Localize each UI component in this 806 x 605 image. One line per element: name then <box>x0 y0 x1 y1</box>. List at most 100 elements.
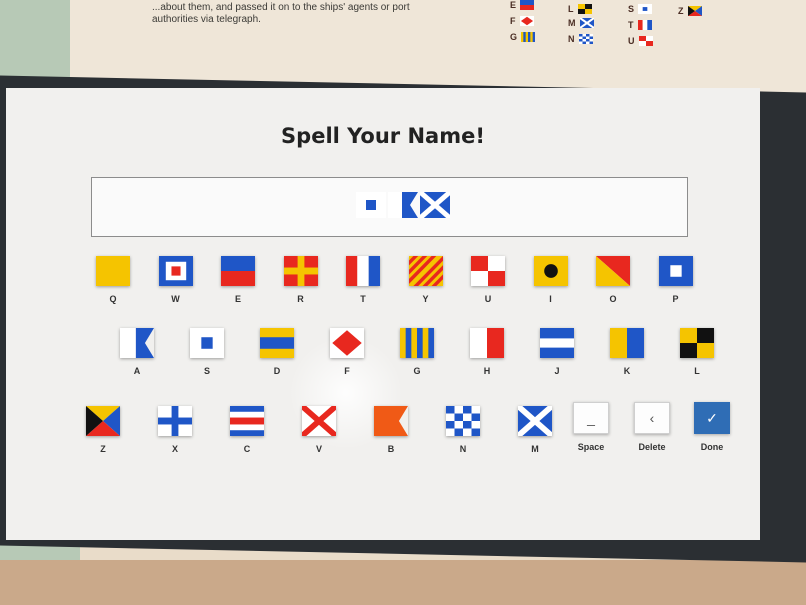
flag-v-icon <box>300 403 338 439</box>
flag-key-g[interactable]: G <box>392 328 442 376</box>
flag-key-x[interactable]: X <box>150 406 200 454</box>
legend-flag-m-icon <box>578 17 595 29</box>
legend-item-n: N <box>568 34 593 44</box>
flag-key-label: O <box>609 294 617 304</box>
flag-w-icon <box>158 256 193 286</box>
legend-flag-s-icon <box>638 4 653 14</box>
flag-b-icon <box>374 406 408 436</box>
flag-key-s[interactable]: S <box>182 328 232 376</box>
flag-key-h[interactable]: H <box>462 328 512 376</box>
legend-item-z: Z <box>678 6 702 16</box>
flag-key-label: X <box>171 444 178 454</box>
flag-key-f[interactable]: F <box>322 328 372 376</box>
legend-flag-z-icon <box>687 6 702 16</box>
legend-item-s: S <box>628 4 653 14</box>
flag-key-label: S <box>203 366 210 376</box>
flag-r-icon <box>283 256 318 286</box>
legend-flag-e-icon <box>520 0 535 10</box>
flag-o-icon <box>596 256 630 286</box>
flag-n-icon <box>446 406 480 436</box>
legend-item-u: U <box>628 36 653 46</box>
flag-y-icon <box>405 252 446 290</box>
flag-c-icon <box>230 406 264 436</box>
delete-label: Delete <box>638 442 666 452</box>
legend-flag-n-icon <box>578 34 593 44</box>
flag-k-icon <box>610 328 644 358</box>
flag-key-label: D <box>273 366 281 376</box>
flag-key-label: C <box>243 444 251 454</box>
flag-key-e[interactable]: E <box>213 256 263 304</box>
flag-key-label: E <box>234 294 241 304</box>
flag-key-b[interactable]: B <box>366 406 416 454</box>
flag-key-d[interactable]: D <box>252 328 302 376</box>
entered-flag-a <box>388 192 418 218</box>
legend-item-m: M <box>568 17 595 29</box>
flag-key-q[interactable]: Q <box>88 256 138 304</box>
done-label: Done <box>700 442 724 452</box>
flag-key-label: N <box>459 444 467 454</box>
flag-key-u[interactable]: U <box>463 256 513 304</box>
flag-key-label: K <box>623 366 631 376</box>
flag-t-icon <box>346 256 380 286</box>
flag-key-label: T <box>360 294 366 304</box>
flag-j-icon <box>540 328 574 358</box>
placard-line-1: ...about them, and passed it on to the s… <box>152 2 410 13</box>
space-button[interactable]: _ Space <box>566 402 616 452</box>
flag-key-label: A <box>133 366 141 376</box>
space-label: Space <box>577 442 605 452</box>
flag-key-label: I <box>549 294 552 304</box>
legend-flag-u-icon <box>638 36 653 46</box>
legend-item-t: T <box>628 20 652 30</box>
flag-key-label: B <box>387 444 395 454</box>
flag-e-icon <box>221 256 255 286</box>
flag-key-l[interactable]: L <box>672 328 722 376</box>
floor <box>0 560 806 605</box>
flag-h-icon <box>470 328 504 358</box>
flag-d-icon <box>260 328 294 358</box>
flag-key-c[interactable]: C <box>222 406 272 454</box>
flag-u-icon <box>471 256 505 286</box>
flag-key-i[interactable]: I <box>526 256 576 304</box>
kiosk-screen: Spell Your Name! Q W E R T Y U I O P A S D F G H J K L Z X C V… <box>6 88 760 540</box>
flag-p-icon <box>658 256 693 286</box>
placard-line-2: authorities via telegraph. <box>152 14 261 25</box>
flag-s-icon <box>190 328 224 358</box>
flag-key-label: Y <box>422 294 429 304</box>
flag-key-label: P <box>672 294 679 304</box>
flag-key-label: Z <box>100 444 106 454</box>
flag-key-label: V <box>315 444 322 454</box>
flag-key-o[interactable]: O <box>588 256 638 304</box>
entered-flags <box>356 190 452 220</box>
flag-key-label: H <box>483 366 491 376</box>
flag-key-m[interactable]: M <box>510 403 560 454</box>
flag-key-label: G <box>413 366 421 376</box>
flag-m-icon <box>516 403 554 439</box>
flag-g-icon <box>400 328 434 358</box>
legend-flag-f-icon <box>519 16 534 26</box>
legend-item-l: L <box>568 4 592 14</box>
flag-key-t[interactable]: T <box>338 256 388 304</box>
legend-item-f: F <box>510 16 534 26</box>
flag-key-label: L <box>694 366 700 376</box>
legend-flag-l-icon <box>577 4 592 14</box>
flag-key-label: U <box>484 294 492 304</box>
flag-key-label: R <box>297 294 304 304</box>
flag-key-v[interactable]: V <box>294 403 344 454</box>
done-button[interactable]: ✓ Done <box>687 402 737 452</box>
flag-key-a[interactable]: A <box>112 328 162 376</box>
flag-key-z[interactable]: Z <box>78 406 128 454</box>
flag-key-w[interactable]: W <box>151 256 201 304</box>
flag-x-icon <box>158 406 192 436</box>
delete-button[interactable]: ‹ Delete <box>627 402 677 452</box>
legend-flag-g-icon <box>521 32 536 42</box>
flag-i-icon <box>533 256 568 286</box>
legend-item-g: G <box>510 32 536 42</box>
flag-key-r[interactable]: R <box>276 256 326 304</box>
flag-key-y[interactable]: Y <box>401 252 451 304</box>
underscore-icon: _ <box>573 402 609 434</box>
flag-key-p[interactable]: P <box>651 256 701 304</box>
flag-key-k[interactable]: K <box>602 328 652 376</box>
flag-key-j[interactable]: J <box>532 328 582 376</box>
flag-key-n[interactable]: N <box>438 406 488 454</box>
flag-a-icon <box>120 328 154 358</box>
